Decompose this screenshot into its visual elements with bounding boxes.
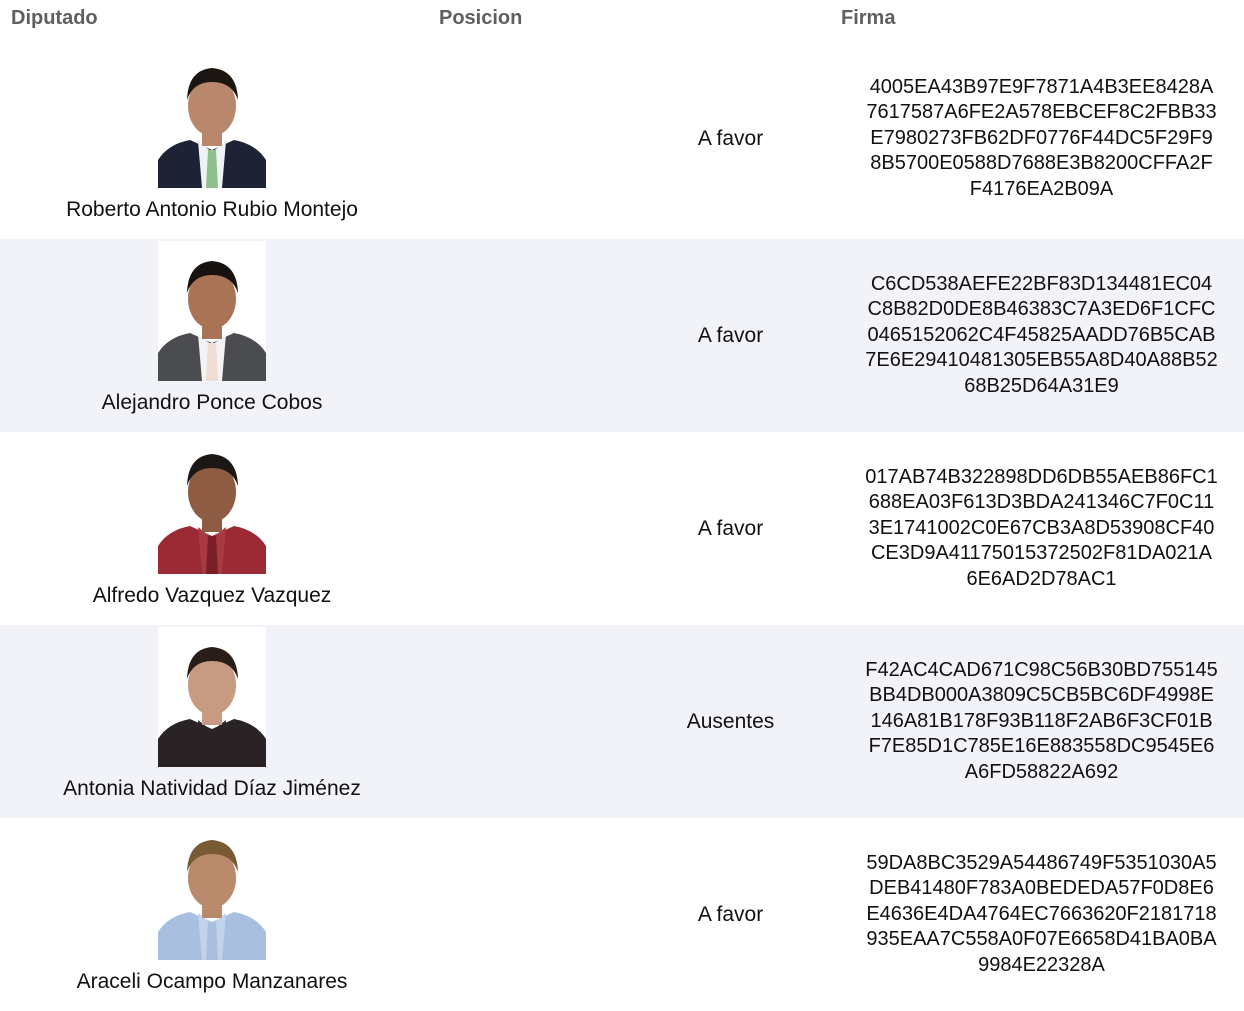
position-value: A favor (697, 902, 764, 926)
signature-line: 8B5700E0588D7688E3B8200CFFA2F (870, 152, 1213, 175)
votes-table: Diputado Posicion Firma Roberto Antonio … (0, 0, 1244, 1011)
portrait-icon (158, 241, 266, 381)
diputado-photo (158, 434, 266, 574)
signature-line: A6FD58822A692 (964, 760, 1119, 783)
diputado-photo (158, 820, 266, 960)
signature-cell: 4005EA43B97E9F7871A4B3EE8428A 7617587A6FE… (837, 38, 1244, 239)
signature-line: 935EAA7C558A0F07E6658D41BA0BA (866, 928, 1217, 951)
position-value: Ausentes (686, 709, 775, 733)
position-value: A favor (697, 516, 764, 540)
signature-line: C8B82D0DE8B46383C7A3ED6F1CFC (867, 298, 1216, 321)
signature-line: 59DA8BC3529A54486749F5351030A5 (866, 851, 1217, 874)
table-row: Araceli Ocampo Manzanares A favor 59DA8BC3… (0, 818, 1244, 1011)
signature-line: 0465152062C4F45825AADD76B5CAB (867, 323, 1216, 346)
signature-line: F42AC4CAD671C98C56B30BD755145 (865, 658, 1218, 681)
signature-line: BB4DB000A3809C5CB5BC6DF4998E (869, 684, 1214, 707)
signature-line: CE3D9A41175015372502F81DA021A (870, 542, 1212, 565)
signature-line: 4005EA43B97E9F7871A4B3EE8428A (869, 75, 1214, 98)
signature-line: E4636E4DA4764EC7663620F2181718 (866, 902, 1217, 925)
portrait-icon (158, 434, 266, 574)
diputado-cell: Alfredo Vazquez Vazquez (0, 432, 424, 625)
signature-line: DEB41480F783A0BEDEDA57F0D8E6 (869, 877, 1214, 900)
position-value: A favor (697, 126, 764, 150)
signature-line: 9984E22328A (978, 953, 1105, 976)
signature-line: 3E1741002C0E67CB3A8D53908CF40 (868, 516, 1215, 539)
header-firma: Firma (841, 7, 896, 29)
signature-line: C6CD538AEFE22BF83D134481EC04 (870, 272, 1213, 295)
diputado-cell: Araceli Ocampo Manzanares (0, 818, 424, 1011)
signature-cell: 59DA8BC3529A54486749F5351030A5 DEB41480F7… (837, 818, 1244, 1011)
portrait-icon (158, 627, 266, 767)
table-row: Alfredo Vazquez Vazquez A favor 017AB74B32… (0, 432, 1244, 625)
table-row: Alejandro Ponce Cobos A favor C6CD538AEFE2… (0, 239, 1244, 432)
signature-cell: 017AB74B322898DD6DB55AEB86FC1 688EA03F613… (837, 432, 1244, 625)
diputado-name: Roberto Antonio Rubio Montejo (66, 198, 358, 221)
position-value: A favor (697, 323, 764, 347)
signature-line: 6E6AD2D78AC1 (966, 567, 1117, 590)
diputado-cell: Alejandro Ponce Cobos (0, 239, 424, 432)
header-posicion: Posicion (439, 7, 523, 29)
diputado-photo (158, 48, 266, 188)
header-diputado: Diputado (11, 7, 98, 29)
portrait-icon (158, 820, 266, 960)
diputado-photo (158, 241, 266, 381)
diputado-name: Antonia Natividad Díaz Jiménez (63, 777, 361, 800)
signature-line: F7E85D1C785E16E883558DC9545E6 (868, 735, 1215, 758)
signature-line: E7980273FB62DF0776F44DC5F29F9 (870, 126, 1213, 149)
signature-cell: F42AC4CAD671C98C56B30BD755145 BB4DB000A38… (837, 625, 1244, 818)
table-row: Roberto Antonio Rubio Montejo A favor 4005… (0, 38, 1244, 239)
diputado-name: Alejandro Ponce Cobos (101, 391, 323, 414)
signature-line: F4176EA2B09A (969, 177, 1114, 200)
table-row: Antonia Natividad Díaz Jiménez Ausentes F4… (0, 625, 1244, 818)
signature-line: 7E6E29410481305EB55A8D40A88B52 (865, 349, 1218, 372)
signature-line: 146A81B178F93B118F2AB6F3CF01B (870, 709, 1213, 732)
signature-line: 017AB74B322898DD6DB55AEB86FC1 (865, 465, 1218, 488)
diputado-cell: Antonia Natividad Díaz Jiménez (0, 625, 424, 818)
portrait-icon (158, 48, 266, 188)
diputado-cell: Roberto Antonio Rubio Montejo (0, 38, 424, 239)
signature-line: 688EA03F613D3BDA241346C7F0C11 (868, 491, 1215, 514)
diputado-name: Araceli Ocampo Manzanares (76, 970, 348, 993)
signature-line: 7617587A6FE2A578EBCEF8C2FBB33 (866, 101, 1217, 124)
diputado-photo (158, 627, 266, 767)
diputado-name: Alfredo Vazquez Vazquez (92, 584, 332, 607)
table-header-row: Diputado Posicion Firma (0, 0, 1244, 38)
signature-cell: C6CD538AEFE22BF83D134481EC04 C8B82D0DE8B4… (837, 239, 1244, 432)
signature-line: 68B25D64A31E9 (964, 374, 1119, 397)
